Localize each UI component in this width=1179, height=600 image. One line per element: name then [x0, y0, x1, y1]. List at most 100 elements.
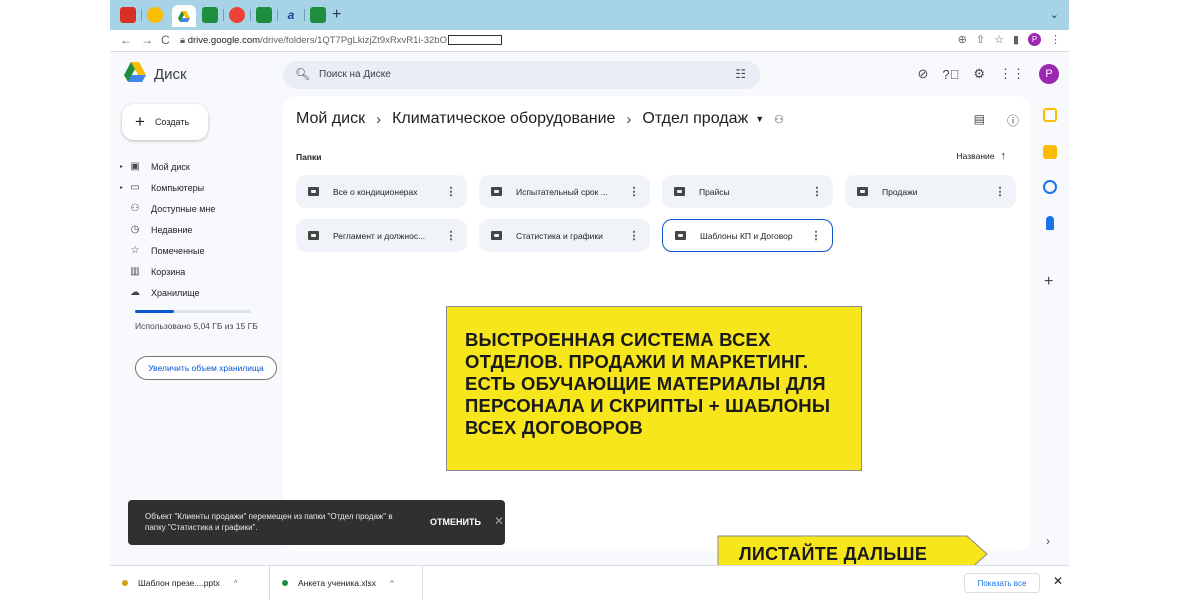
undo-button[interactable]: ОТМЕНИТЬ	[430, 517, 481, 527]
more-options-icon[interactable]: ⋮	[626, 229, 642, 242]
sidebar-item-label: Недавние	[151, 224, 193, 235]
hide-panel-chevron-icon[interactable]: ›	[1046, 534, 1050, 548]
tab-favicon-2[interactable]	[147, 7, 163, 23]
account-avatar[interactable]: P	[1039, 64, 1059, 84]
settings-gear-icon[interactable]: ⚙	[973, 66, 985, 82]
search-input[interactable]: Поиск на Диске	[319, 69, 391, 80]
folder-card[interactable]: Все о кондиционерах ⋮	[296, 175, 467, 208]
more-options-icon[interactable]: ⋮	[808, 229, 824, 242]
tab-favicon-3[interactable]	[229, 7, 245, 23]
folder-card-selected[interactable]: Шаблоны КП и Договор ⋮	[662, 219, 833, 252]
bookmark-star-icon[interactable]: ☆	[994, 33, 1004, 46]
search-icon[interactable]: 🔍︎	[295, 67, 310, 81]
forward-arrow-icon[interactable]: →	[141, 33, 153, 47]
lock-icon: 🔒︎	[180, 35, 188, 46]
view-controls: ▤ ⓘ	[974, 112, 1019, 129]
computer-icon: ▭	[130, 182, 140, 193]
apps-grid-icon[interactable]: ⋮⋮	[999, 66, 1025, 82]
sidebar-item-label: Хранилище	[151, 287, 200, 298]
app-name[interactable]: Диск	[154, 66, 187, 83]
more-options-icon[interactable]: ⋮	[443, 229, 459, 242]
sort-label: Название	[956, 151, 995, 161]
tab-favicon-1[interactable]	[120, 7, 136, 23]
upgrade-storage-button[interactable]: Увеличить объем хранилища	[135, 356, 277, 380]
search-options-icon[interactable]: ☷	[735, 67, 746, 81]
more-options-icon[interactable]: ⋮	[626, 185, 642, 198]
sidebar-item-my-drive[interactable]: ▸ ▣ Мой диск	[120, 156, 280, 177]
url-field[interactable]: 🔒︎ drive.google.com/drive/folders/1QT7Pg…	[180, 35, 502, 46]
info-icon[interactable]: ⓘ	[1007, 112, 1019, 129]
shared-folder-icon	[857, 187, 868, 196]
browser-menu-icon[interactable]: ⋮	[1050, 33, 1061, 46]
folder-card[interactable]: Прайсы ⋮	[662, 175, 833, 208]
tab-favicon-sheets-2[interactable]	[256, 7, 272, 23]
breadcrumb-item-climate[interactable]: Климатическое оборудование	[392, 110, 615, 128]
add-addon-plus-icon[interactable]: +	[1044, 273, 1053, 291]
scroll-next-label: ЛИСТАЙТЕ ДАЛЬШЕ	[739, 544, 928, 564]
sidebar-item-starred[interactable]: ☆ Помеченные	[120, 240, 280, 261]
tab-search-chevron-icon[interactable]: ⌄	[1050, 8, 1059, 21]
tab-favicon-a[interactable]: a	[283, 7, 299, 23]
download-filename: Анкета ученика.xlsx	[298, 578, 376, 588]
folder-menu-dropdown-icon[interactable]: ▼	[755, 114, 764, 124]
folder-card[interactable]: Регламент и должнос... ⋮	[296, 219, 467, 252]
back-arrow-icon[interactable]: ←	[120, 33, 132, 47]
create-button[interactable]: + Создать	[122, 104, 208, 140]
side-panel-rail: + ›	[1031, 96, 1069, 565]
download-item[interactable]: Анкета ученика.xlsx ^	[278, 566, 423, 600]
sort-control[interactable]: Название ↑	[957, 150, 1006, 162]
folder-card[interactable]: Продажи ⋮	[845, 175, 1016, 208]
close-icon[interactable]: ✕	[494, 514, 504, 528]
tab-separator	[141, 9, 142, 21]
install-icon[interactable]: ⊕	[958, 33, 967, 46]
url-host: drive.google.com	[187, 35, 261, 46]
search-bar[interactable]: 🔍︎ Поиск на Диске ☷	[283, 61, 760, 89]
downloads-bar: Шаблон презе....pptx ^ Анкета ученика.xl…	[110, 565, 1069, 600]
new-tab-button[interactable]: +	[332, 6, 341, 24]
tab-favicon-sheets-1[interactable]	[202, 7, 218, 23]
address-bar-actions: ⊕ ⇧ ☆ ▮ P ⋮	[958, 33, 1061, 46]
chevron-up-icon[interactable]: ^	[390, 579, 394, 588]
sidebar-item-storage[interactable]: ☁ Хранилище	[120, 282, 280, 303]
more-options-icon[interactable]: ⋮	[809, 185, 825, 198]
tasks-icon[interactable]	[1043, 180, 1057, 194]
sidepanel-icon[interactable]: ▮	[1013, 33, 1019, 46]
sidebar-item-computers[interactable]: ▸ ▭ Компьютеры	[120, 177, 280, 198]
sort-arrow-up-icon[interactable]: ↑	[1001, 150, 1007, 162]
google-drive-logo-icon[interactable]	[124, 62, 146, 82]
tab-favicon-sheets-3[interactable]	[310, 7, 326, 23]
calendar-icon[interactable]	[1043, 108, 1057, 122]
tab-google-drive[interactable]	[172, 5, 196, 27]
reload-icon[interactable]: C	[161, 33, 170, 47]
shared-folder-icon	[674, 187, 685, 196]
plus-icon: +	[135, 112, 145, 131]
drive-header: Диск 🔍︎ Поиск на Диске ☷ ⊘ ?⃝ ⚙ ⋮⋮ P	[110, 52, 1069, 96]
help-icon[interactable]: ?⃝	[942, 67, 959, 82]
list-view-icon[interactable]: ▤	[974, 112, 985, 129]
tab-separator	[277, 9, 278, 21]
shared-folder-icon	[308, 231, 319, 240]
keep-icon[interactable]	[1043, 145, 1057, 159]
folder-card[interactable]: Статистика и графики ⋮	[479, 219, 650, 252]
chevron-up-icon[interactable]: ^	[234, 579, 238, 588]
breadcrumb-item-current[interactable]: Отдел продаж	[642, 110, 748, 128]
offline-status-icon[interactable]: ⊘	[917, 66, 928, 82]
more-options-icon[interactable]: ⋮	[443, 185, 459, 198]
sidebar-item-shared[interactable]: ⚇ Доступные мне	[120, 198, 280, 219]
tab-separator	[223, 9, 224, 21]
expand-caret-icon[interactable]: ▸	[120, 163, 128, 170]
contacts-icon[interactable]	[1046, 216, 1054, 230]
breadcrumb-item-my-drive[interactable]: Мой диск	[296, 110, 365, 128]
download-item[interactable]: Шаблон презе....pptx ^	[122, 566, 270, 600]
sidebar-item-trash[interactable]: ▥ Корзина	[120, 261, 280, 282]
show-all-downloads-button[interactable]: Показать все	[964, 573, 1040, 593]
close-downloads-icon[interactable]: ✕	[1053, 574, 1063, 588]
more-options-icon[interactable]: ⋮	[992, 185, 1008, 198]
expand-caret-icon[interactable]: ▸	[120, 184, 128, 191]
shared-folder-icon	[491, 231, 502, 240]
browser-profile-avatar[interactable]: P	[1028, 33, 1041, 46]
share-icon[interactable]: ⇧	[976, 33, 985, 46]
folder-card[interactable]: Испытательный срок ... ⋮	[479, 175, 650, 208]
sidebar-item-recent[interactable]: ◷ Недавние	[120, 219, 280, 240]
shared-folder-icon[interactable]: ⚇	[774, 113, 784, 126]
